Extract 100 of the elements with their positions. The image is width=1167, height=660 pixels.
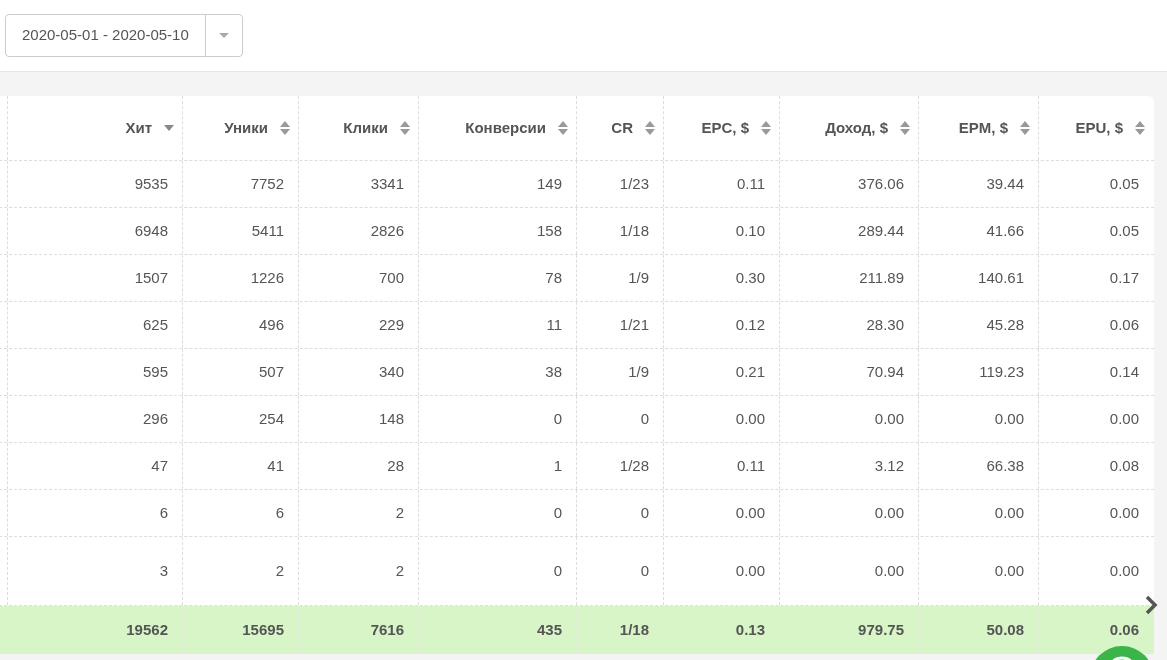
- table-cell-text: 1/18: [619, 220, 649, 241]
- table-cell-text: 289.44: [858, 220, 904, 241]
- total-value: 0.13: [735, 619, 765, 640]
- table-cell-text: 1: [553, 455, 562, 476]
- table-cell-text: 9535: [134, 173, 168, 194]
- column-header[interactable]: EPM, $: [918, 96, 1038, 160]
- column-label: Доход, $: [825, 117, 888, 138]
- table-cell-text: 700: [378, 267, 404, 288]
- table-cell-text: 78: [545, 267, 562, 288]
- table-cell-text: 41.66: [986, 220, 1024, 241]
- table-cell-text: 0: [553, 502, 562, 523]
- table-cell-text: 0.10: [735, 220, 765, 241]
- table-cell-text: 0: [553, 408, 562, 429]
- table-cell-text: 0.00: [1109, 502, 1139, 523]
- column-header[interactable]: CR: [576, 96, 663, 160]
- table-cell-text: 0.00: [735, 560, 765, 581]
- sort-icon: [558, 121, 568, 135]
- sort-icon: [400, 121, 410, 135]
- column-header[interactable]: Клики: [298, 96, 418, 160]
- column-label: Конверсии: [465, 117, 546, 138]
- table-cell-text: 3.12: [874, 455, 904, 476]
- column-label: Клики: [343, 117, 388, 138]
- column-label: EPU, $: [1075, 117, 1123, 138]
- sort-icon: [1020, 121, 1030, 135]
- table-cell-text: 507: [258, 361, 284, 382]
- table-cell-text: 0.00: [874, 408, 904, 429]
- table-cell-text: 296: [142, 408, 168, 429]
- table-cell-text: 0.00: [735, 502, 765, 523]
- table-cell-text: 38: [545, 361, 562, 382]
- sort-icon: [645, 121, 655, 135]
- sort-icon: [900, 121, 910, 135]
- table-cell-text: 1/9: [628, 361, 649, 382]
- table-cell-text: 0.21: [735, 361, 765, 382]
- table-cell-text: 1507: [134, 267, 168, 288]
- total-value: 979.75: [858, 619, 904, 640]
- table-cell-text: 0.00: [994, 502, 1024, 523]
- table-cell-text: 5411: [251, 220, 284, 241]
- table-cell-text: 2826: [370, 220, 404, 241]
- table-cell-text: 0.17: [1109, 267, 1139, 288]
- table-cell-text: 39.44: [986, 173, 1024, 194]
- table-cell-text: 0.05: [1109, 173, 1139, 194]
- table-cell-text: 6948: [134, 220, 168, 241]
- table-cell-text: 496: [258, 314, 284, 335]
- table-cell-text: 0.14: [1109, 361, 1139, 382]
- total-value: 7616: [370, 619, 404, 640]
- table-cell-text: 1/21: [619, 314, 649, 335]
- table-cell-text: 211.89: [859, 267, 904, 288]
- sort-icon: [1135, 121, 1145, 135]
- table-cell-text: 0: [640, 502, 649, 523]
- table-cell-text: 0.08: [1109, 455, 1139, 476]
- column-header[interactable]: Доход, $: [779, 96, 918, 160]
- table-cell-text: 0.11: [736, 455, 765, 476]
- table-cell-text: 7752: [250, 173, 284, 194]
- table-cell-text: 11: [546, 314, 562, 335]
- table-cell-text: 0: [553, 560, 562, 581]
- table-cell-text: 0.06: [1109, 314, 1139, 335]
- date-range-select[interactable]: 2020-05-01 - 2020-05-10: [5, 14, 243, 57]
- column-label: Хит: [125, 117, 152, 138]
- total-value: 435: [536, 619, 562, 640]
- sort-icon: [761, 121, 771, 135]
- total-value: 50.08: [986, 619, 1024, 640]
- table-cell-text: 0.00: [994, 408, 1024, 429]
- column-header[interactable]: EPU, $: [1038, 96, 1153, 160]
- table-cell-text: 0.00: [874, 502, 904, 523]
- sort-icon: [280, 121, 290, 135]
- table-cell-text: 0.00: [1109, 560, 1139, 581]
- column-label: Уники: [224, 117, 268, 138]
- table-cell-text: 28.30: [866, 314, 904, 335]
- table-cell-text: 119.23: [979, 361, 1024, 382]
- column-header[interactable]: EPC, $: [663, 96, 779, 160]
- table-cell-text: 45.28: [986, 314, 1024, 335]
- column-header[interactable]: Уники: [182, 96, 298, 160]
- table-cell-text: 1226: [250, 267, 284, 288]
- sort-descending-icon: [164, 125, 174, 131]
- table-cell-text: 0.30: [735, 267, 765, 288]
- column-label: CR: [611, 117, 633, 138]
- table-cell-text: 254: [258, 408, 284, 429]
- table-cell-text: 2: [395, 560, 404, 581]
- table-cell-text: 0.05: [1109, 220, 1139, 241]
- table-cell-text: 229: [378, 314, 404, 335]
- table-cell-text: 140.61: [978, 267, 1024, 288]
- table-cell-text: 1/23: [619, 173, 649, 194]
- total-value: 1/18: [619, 619, 649, 640]
- table-cell-text: 148: [378, 408, 404, 429]
- table-cell-text: 625: [142, 314, 168, 335]
- column-header[interactable]: Конверсии: [418, 96, 576, 160]
- table-cell-text: 2: [395, 502, 404, 523]
- chevron-right-icon[interactable]: [1144, 595, 1158, 615]
- column-header[interactable]: Хит: [7, 96, 182, 160]
- table-cell-text: 0.00: [1109, 408, 1139, 429]
- table-cell-text: 47: [151, 455, 168, 476]
- table-cell-text: 0.11: [736, 173, 765, 194]
- table-cell-text: 376.06: [858, 173, 904, 194]
- table-cell-text: 1/28: [619, 455, 649, 476]
- table-cell-text: 28: [387, 455, 404, 476]
- table-cell-text: 1/9: [628, 267, 649, 288]
- table-cell-text: 595: [142, 361, 168, 382]
- table-cell-text: 0.00: [735, 408, 765, 429]
- table-cell-text: 2: [275, 560, 284, 581]
- table-cell-text: 0.00: [994, 560, 1024, 581]
